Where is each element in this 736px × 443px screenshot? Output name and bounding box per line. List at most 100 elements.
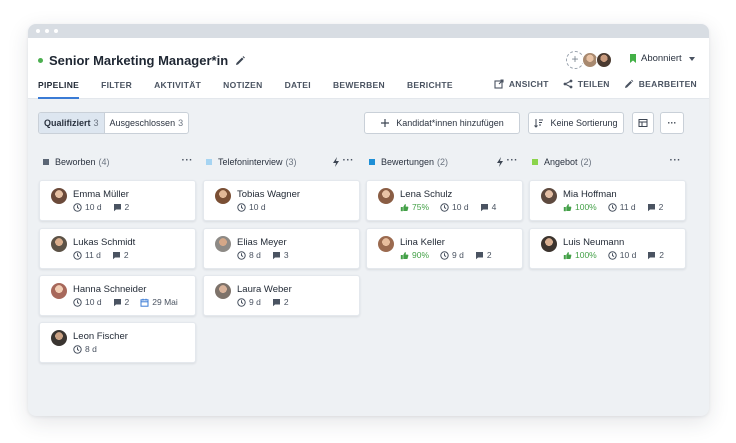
- column-more-button[interactable]: ···: [507, 156, 519, 166]
- avatar: [51, 283, 67, 299]
- avatar: [541, 188, 557, 204]
- tab-apply[interactable]: BEWERBEN: [333, 78, 385, 99]
- candidate-card[interactable]: Lina Keller 90% 9 d 2: [366, 228, 523, 269]
- edit-button[interactable]: BEARBEITEN: [624, 79, 697, 89]
- status-dot: [38, 58, 43, 63]
- candidate-meta: 10 d 2 29 Mai: [73, 297, 178, 307]
- team-avatars[interactable]: +: [566, 51, 612, 69]
- tab-notes[interactable]: NOTIZEN: [223, 78, 262, 99]
- candidate-name: Hanna Schneider: [73, 284, 147, 295]
- pencil-icon[interactable]: [234, 55, 246, 67]
- candidate-card[interactable]: Tobias Wagner 10 d: [203, 180, 360, 221]
- title-row: Senior Marketing Manager*in: [38, 53, 246, 68]
- excluded-label: Ausgeschlossen: [109, 118, 176, 128]
- add-candidates-button[interactable]: Kandidat*innen hinzufügen: [364, 112, 520, 134]
- stage-color-marker: [43, 159, 49, 165]
- column-more-button[interactable]: ···: [670, 156, 682, 166]
- comment-icon: [272, 298, 281, 307]
- excluded-toggle[interactable]: Ausgeschlossen 3: [105, 113, 189, 133]
- window-dot: [45, 29, 49, 33]
- window-chrome: [28, 24, 709, 38]
- pencil-icon: [624, 79, 634, 88]
- bolt-icon[interactable]: [332, 157, 340, 167]
- thumbs-up-icon: [400, 203, 409, 212]
- candidate-card[interactable]: Lukas Schmidt 11 d 2: [39, 228, 196, 269]
- candidate-name: Laura Weber: [237, 284, 292, 295]
- match-score: 75%: [412, 202, 430, 212]
- comment-icon: [113, 203, 122, 212]
- avatar: [51, 188, 67, 204]
- comment-count: 2: [658, 202, 664, 212]
- comment-icon: [113, 298, 122, 307]
- qualified-label: Qualifiziert: [44, 118, 91, 128]
- window-dot: [54, 29, 58, 33]
- clock-icon: [73, 297, 82, 307]
- calendar-icon: [140, 298, 149, 307]
- more-options-button[interactable]: ···: [660, 112, 684, 134]
- view-button[interactable]: ANSICHT: [494, 79, 549, 89]
- column-count: (2): [580, 157, 592, 167]
- clock-icon: [608, 250, 617, 260]
- avatar: [541, 236, 557, 252]
- candidate-meta: 8 d 3: [237, 250, 289, 260]
- candidate-card[interactable]: Mia Hoffman 100% 11 d 2: [529, 180, 686, 221]
- candidate-card[interactable]: Luis Neumann 100% 10 d 2: [529, 228, 686, 269]
- edit-label: BEARBEITEN: [638, 79, 697, 89]
- tab-activity[interactable]: AKTIVITÄT: [154, 78, 201, 99]
- candidate-card[interactable]: Lena Schulz 75% 10 d 4: [366, 180, 523, 221]
- comment-icon: [112, 251, 121, 260]
- add-candidates-label: Kandidat*innen hinzufügen: [396, 118, 504, 128]
- board-settings-button[interactable]: [632, 112, 654, 134]
- column-header-beworben: Beworben (4) ···: [43, 156, 193, 168]
- external-link-icon: [494, 79, 504, 89]
- bolt-icon[interactable]: [496, 157, 504, 167]
- column-title: Telefoninterview: [218, 157, 283, 167]
- comment-icon: [475, 251, 484, 260]
- tab-pipeline[interactable]: PIPELINE: [38, 78, 80, 99]
- candidate-card[interactable]: Laura Weber 9 d 2: [203, 275, 360, 316]
- comment-count: 3: [283, 250, 289, 260]
- share-button[interactable]: TEILEN: [563, 79, 610, 89]
- window-dot: [36, 29, 40, 33]
- board-icon: [638, 119, 648, 127]
- thumbs-up-icon: [563, 251, 572, 260]
- interview-date: 29 Mai: [152, 297, 178, 307]
- sort-button[interactable]: Keine Sortierung: [528, 112, 624, 134]
- days-in-stage: 11 d: [619, 202, 636, 212]
- sort-label: Keine Sortierung: [550, 118, 618, 128]
- clock-icon: [440, 202, 449, 212]
- clock-icon: [73, 202, 82, 212]
- candidate-meta: 10 d 2: [73, 202, 129, 212]
- days-in-stage: 9 d: [452, 250, 464, 260]
- column-header-angebot: Angebot (2) ···: [532, 156, 681, 168]
- tab-reports[interactable]: BERICHTE: [407, 78, 453, 99]
- candidate-name: Lukas Schmidt: [73, 237, 136, 248]
- candidate-card[interactable]: Leon Fischer 8 d: [39, 322, 196, 363]
- candidate-meta: 9 d 2: [237, 297, 289, 307]
- days-in-stage: 10 d: [452, 202, 469, 212]
- subscribe-dropdown[interactable]: Abonniert: [630, 53, 695, 64]
- tab-filter[interactable]: FILTER: [101, 78, 132, 99]
- tab-files[interactable]: DATEI: [285, 78, 311, 99]
- candidate-card[interactable]: Hanna Schneider 10 d 2 29 Mai: [39, 275, 196, 316]
- days-in-stage: 8 d: [85, 344, 97, 354]
- bookmark-icon: [630, 54, 636, 63]
- days-in-stage: 10 d: [619, 250, 637, 260]
- avatar: [215, 188, 231, 204]
- candidate-card[interactable]: Elias Meyer 8 d 3: [203, 228, 360, 269]
- pipeline-toolbar: Qualifiziert 3 Ausgeschlossen 3 Kandidat*i…: [38, 112, 684, 136]
- column-count: (4): [98, 157, 110, 167]
- column-title: Angebot: [544, 157, 578, 167]
- excluded-count: 3: [178, 118, 184, 128]
- qualified-toggle[interactable]: Qualifiziert 3: [39, 113, 105, 133]
- header-actions: ANSICHT TEILEN BEARBEITEN: [494, 79, 697, 89]
- column-title: Bewertungen: [381, 157, 435, 167]
- column-more-button[interactable]: ···: [343, 156, 355, 166]
- status-segmented-control: Qualifiziert 3 Ausgeschlossen 3: [38, 112, 190, 134]
- column-more-button[interactable]: ···: [182, 156, 194, 166]
- comment-count: 4: [491, 202, 497, 212]
- comment-icon: [480, 203, 489, 212]
- candidate-card[interactable]: Emma Müller 10 d 2: [39, 180, 196, 221]
- share-label: TEILEN: [577, 79, 610, 89]
- subscribe-label: Abonniert: [641, 53, 682, 64]
